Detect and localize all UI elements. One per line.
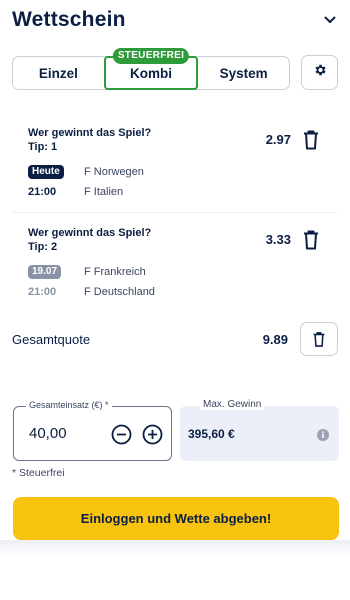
team-name: F Italien <box>84 186 124 198</box>
bet-item: Wer gewinnt das Spiel? Tip: 2 3.33 19.07… <box>28 226 328 302</box>
minus-circle-icon <box>111 424 132 445</box>
max-win-label: Max. Gewinn <box>200 399 265 410</box>
increase-stake-button[interactable] <box>142 424 163 445</box>
bet-item: Wer gewinnt das Spiel? Tip: 1 2.97 Heute… <box>28 126 328 202</box>
date-badge: 19.07 <box>28 265 62 279</box>
login-and-bet-button[interactable]: Einloggen und Wette abgeben! <box>13 497 339 540</box>
total-odds-row: Gesamtquote 9.89 <box>12 322 338 356</box>
match-row: 21:00 F Deutschland <box>28 282 328 302</box>
match-time: 21:00 <box>28 286 57 298</box>
trash-icon <box>313 331 325 347</box>
tab-kombi[interactable]: STEUERFREI Kombi <box>103 48 199 90</box>
remove-bet-button[interactable] <box>302 129 320 151</box>
gear-icon <box>313 63 327 82</box>
remove-bet-button[interactable] <box>302 229 320 251</box>
tab-einzel[interactable]: Einzel <box>13 57 104 89</box>
bet-odds: 2.97 <box>265 132 291 147</box>
stake-field[interactable]: Gesamteinsatz (€) * 40,00 <box>13 400 172 461</box>
match-row: Heute F Norwegen <box>28 162 328 182</box>
bottom-shadow <box>0 540 350 558</box>
clear-betslip-button[interactable] <box>300 322 338 356</box>
match-time: 21:00 <box>28 186 57 198</box>
team-name: F Deutschland <box>84 286 155 298</box>
max-win-box: Max. Gewinn 395,60 € <box>180 399 339 461</box>
tax-free-badge: STEUERFREI <box>112 48 190 64</box>
tab-label: Einzel <box>38 65 78 81</box>
settings-button[interactable] <box>301 55 338 90</box>
total-odds-label: Gesamtquote <box>12 331 91 347</box>
stake-label: Gesamteinsatz (€) * <box>26 400 112 410</box>
tab-label: System <box>219 65 268 81</box>
betslip-title: Wettschein <box>12 8 126 31</box>
trash-icon <box>304 130 318 150</box>
info-icon[interactable] <box>317 428 329 441</box>
betslip-header: Wettschein <box>12 6 338 34</box>
date-badge: Heute <box>28 165 64 179</box>
tab-label: Kombi <box>130 65 172 81</box>
bet-type-tabs: Einzel STEUERFREI Kombi System <box>12 48 290 90</box>
team-name: F Frankreich <box>84 266 146 278</box>
match-row: 21:00 F Italien <box>28 182 328 202</box>
tab-system[interactable]: System <box>198 57 289 89</box>
match-row: 19.07 F Frankreich <box>28 262 328 282</box>
total-odds-value: 9.89 <box>262 331 288 347</box>
plus-circle-icon <box>142 424 163 445</box>
chevron-down-icon[interactable] <box>322 12 338 28</box>
bet-odds: 3.33 <box>265 232 291 247</box>
tax-free-footnote: * Steuerfrei <box>12 467 65 479</box>
team-name: F Norwegen <box>84 166 144 178</box>
stake-input[interactable]: 40,00 <box>29 425 67 442</box>
decrease-stake-button[interactable] <box>111 424 132 445</box>
divider <box>12 212 338 213</box>
trash-icon <box>304 230 318 250</box>
max-win-value: 395,60 € <box>188 427 235 441</box>
